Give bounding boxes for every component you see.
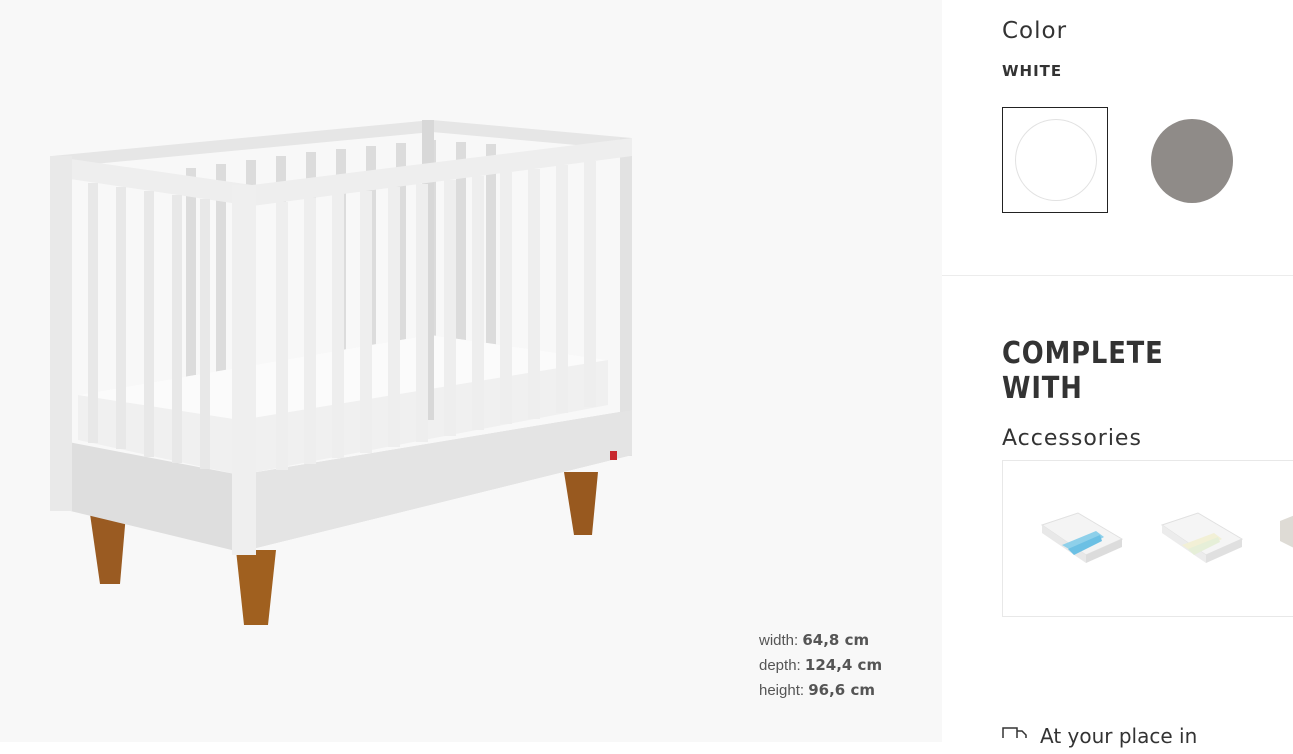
delivery-text: At your place in xyxy=(1040,724,1198,748)
product-gallery: width: 64,8 cm depth: 124,4 cm height: 9… xyxy=(0,0,942,742)
truck-icon xyxy=(1002,727,1027,738)
accessory-mattress-foam[interactable] xyxy=(1160,511,1244,565)
accessories-label: Accessories xyxy=(1002,426,1142,451)
complete-with-heading: COMPLETE WITH xyxy=(1002,336,1164,406)
color-swatch-grey[interactable] xyxy=(1151,119,1233,203)
color-label: Color xyxy=(1002,18,1068,44)
color-swatch-white[interactable] xyxy=(1002,107,1108,213)
accessories-carousel xyxy=(1002,460,1293,617)
product-options-panel: Color WHITE COMPLETE WITH Accessories At xyxy=(942,0,1293,748)
dimension-width: width: 64,8 cm xyxy=(759,631,870,649)
selected-color-value: WHITE xyxy=(1002,62,1063,80)
delivery-info: At your place in xyxy=(1002,724,1197,754)
product-dimensions: width: 64,8 cm depth: 124,4 cm height: 9… xyxy=(759,628,882,703)
accessory-mattress-blue[interactable] xyxy=(1040,511,1124,565)
section-divider xyxy=(942,275,1293,276)
white-swatch-dot xyxy=(1015,119,1097,201)
dimension-depth: depth: 124,4 cm xyxy=(759,656,883,674)
accessory-item-partial[interactable] xyxy=(1280,511,1293,565)
crib-product-image[interactable] xyxy=(40,110,650,640)
dimension-height: height: 96,6 cm xyxy=(759,681,875,699)
